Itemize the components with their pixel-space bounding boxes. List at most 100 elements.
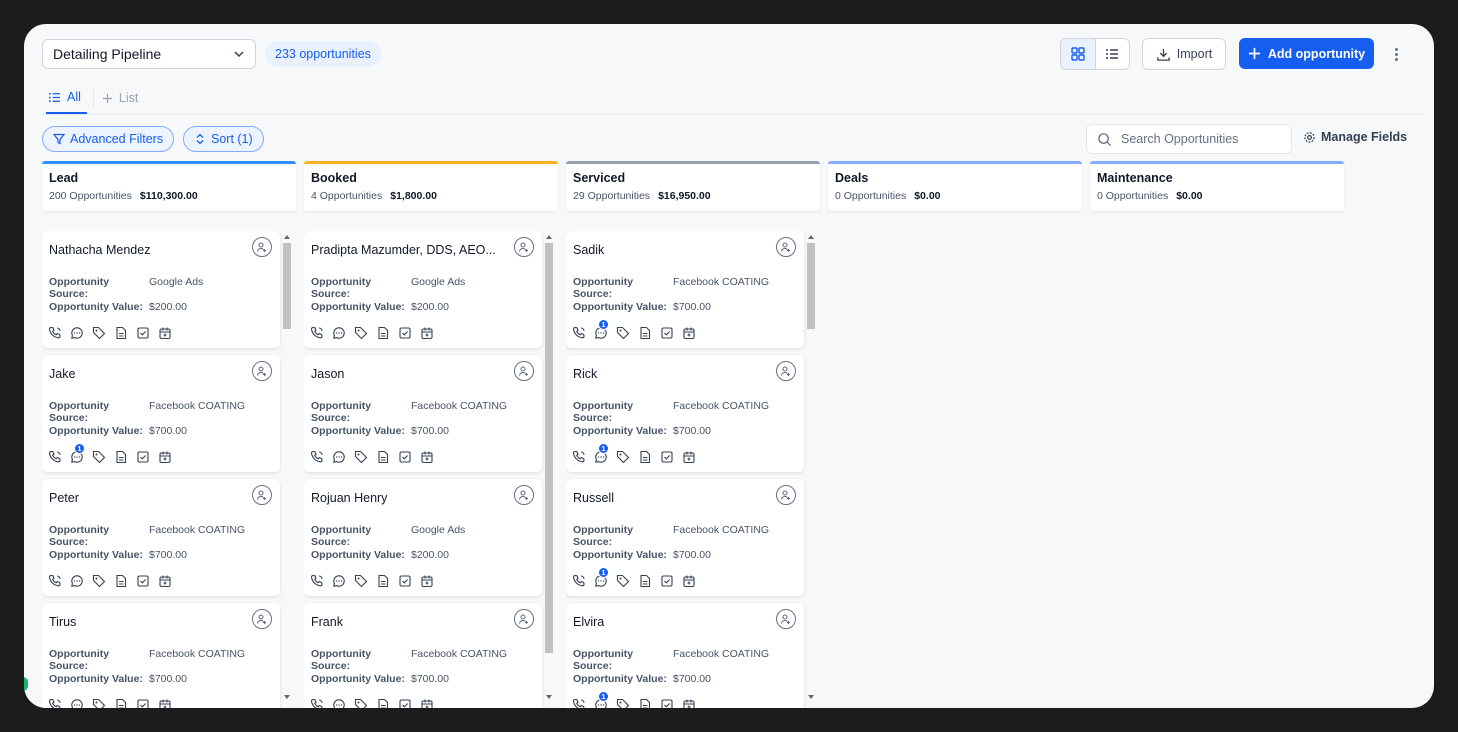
assign-user-icon[interactable] (776, 237, 796, 257)
task-icon[interactable] (136, 450, 150, 464)
message-icon[interactable] (332, 326, 346, 340)
message-icon[interactable]: 1 (70, 443, 85, 464)
assign-user-icon[interactable] (252, 361, 272, 381)
tag-icon[interactable] (616, 326, 630, 340)
message-icon[interactable] (70, 698, 84, 708)
task-icon[interactable] (660, 326, 674, 340)
calendar-icon[interactable] (420, 450, 434, 464)
assign-user-icon[interactable] (514, 237, 534, 257)
opportunity-card[interactable]: Jake Opportunity Source: Facebook COATING O… (42, 355, 280, 472)
assign-user-icon[interactable] (514, 609, 534, 629)
manage-fields-button[interactable]: Manage Fields (1303, 130, 1407, 144)
phone-icon[interactable] (572, 450, 586, 464)
tag-icon[interactable] (92, 326, 106, 340)
tag-icon[interactable] (616, 450, 630, 464)
list-view-button[interactable] (1094, 39, 1130, 69)
opportunity-card[interactable]: Rick Opportunity Source: Facebook COATING O… (566, 355, 804, 472)
pipeline-select[interactable]: Detailing Pipeline (42, 39, 256, 69)
note-icon[interactable] (638, 450, 652, 464)
opportunity-card[interactable]: Russell Opportunity Source: Facebook COATI… (566, 479, 804, 596)
note-icon[interactable] (114, 574, 128, 588)
more-options-icon[interactable] (1388, 44, 1404, 64)
column-scrollbar[interactable] (544, 233, 554, 701)
note-icon[interactable] (638, 574, 652, 588)
task-icon[interactable] (136, 326, 150, 340)
opportunity-card[interactable]: Rojuan Henry Opportunity Source: Google Ad… (304, 479, 542, 596)
message-icon[interactable]: 1 (594, 691, 609, 708)
note-icon[interactable] (638, 326, 652, 340)
note-icon[interactable] (376, 574, 390, 588)
note-icon[interactable] (114, 450, 128, 464)
tag-icon[interactable] (354, 574, 368, 588)
calendar-icon[interactable] (682, 574, 696, 588)
tab-all[interactable]: All (46, 82, 87, 114)
message-icon[interactable] (70, 574, 84, 588)
calendar-icon[interactable] (158, 450, 172, 464)
calendar-icon[interactable] (158, 326, 172, 340)
phone-icon[interactable] (48, 698, 62, 708)
message-icon[interactable]: 1 (594, 319, 609, 340)
phone-icon[interactable] (48, 574, 62, 588)
phone-icon[interactable] (310, 450, 324, 464)
opportunity-card[interactable]: Frank Opportunity Source: Facebook COATING… (304, 603, 542, 708)
message-icon[interactable]: 1 (594, 443, 609, 464)
tag-icon[interactable] (92, 450, 106, 464)
phone-icon[interactable] (48, 326, 62, 340)
calendar-icon[interactable] (682, 698, 696, 708)
opportunity-card[interactable]: Pradipta Mazumder, DDS, AEO... Opportunit… (304, 231, 542, 348)
message-icon[interactable] (70, 326, 84, 340)
tag-icon[interactable] (354, 450, 368, 464)
assign-user-icon[interactable] (252, 237, 272, 257)
message-icon[interactable]: 1 (594, 567, 609, 588)
assign-user-icon[interactable] (514, 361, 534, 381)
calendar-icon[interactable] (682, 450, 696, 464)
tag-icon[interactable] (92, 574, 106, 588)
note-icon[interactable] (114, 326, 128, 340)
phone-icon[interactable] (310, 574, 324, 588)
task-icon[interactable] (660, 698, 674, 708)
chat-widget-icon[interactable] (24, 677, 28, 691)
phone-icon[interactable] (310, 698, 324, 708)
task-icon[interactable] (398, 450, 412, 464)
task-icon[interactable] (398, 326, 412, 340)
message-icon[interactable] (332, 574, 346, 588)
task-icon[interactable] (136, 574, 150, 588)
message-icon[interactable] (332, 698, 346, 708)
opportunity-card[interactable]: Peter Opportunity Source: Facebook COATING… (42, 479, 280, 596)
task-icon[interactable] (398, 574, 412, 588)
calendar-icon[interactable] (420, 698, 434, 708)
assign-user-icon[interactable] (252, 485, 272, 505)
note-icon[interactable] (114, 698, 128, 708)
assign-user-icon[interactable] (252, 609, 272, 629)
task-icon[interactable] (136, 698, 150, 708)
advanced-filters-button[interactable]: Advanced Filters (42, 126, 175, 152)
import-button[interactable]: Import (1142, 38, 1226, 70)
tab-add-list[interactable]: List (100, 82, 140, 114)
note-icon[interactable] (638, 698, 652, 708)
assign-user-icon[interactable] (514, 485, 534, 505)
note-icon[interactable] (376, 326, 390, 340)
assign-user-icon[interactable] (776, 361, 796, 381)
opportunity-card[interactable]: Jason Opportunity Source: Facebook COATING… (304, 355, 542, 472)
task-icon[interactable] (398, 698, 412, 708)
calendar-icon[interactable] (158, 698, 172, 708)
column-scrollbar[interactable] (282, 233, 292, 701)
tag-icon[interactable] (616, 574, 630, 588)
task-icon[interactable] (660, 450, 674, 464)
sort-button[interactable]: Sort (1) (183, 126, 264, 152)
tag-icon[interactable] (354, 698, 368, 708)
phone-icon[interactable] (572, 698, 586, 708)
tag-icon[interactable] (354, 326, 368, 340)
tag-icon[interactable] (616, 698, 630, 708)
phone-icon[interactable] (572, 326, 586, 340)
assign-user-icon[interactable] (776, 485, 796, 505)
calendar-icon[interactable] (420, 574, 434, 588)
phone-icon[interactable] (572, 574, 586, 588)
calendar-icon[interactable] (420, 326, 434, 340)
opportunity-card[interactable]: Sadik Opportunity Source: Facebook COATING… (566, 231, 804, 348)
note-icon[interactable] (376, 450, 390, 464)
opportunity-card[interactable]: Tirus Opportunity Source: Facebook COATING… (42, 603, 280, 708)
opportunity-card[interactable]: Nathacha Mendez Opportunity Source: Google… (42, 231, 280, 348)
opportunity-card[interactable]: Elvira Opportunity Source: Facebook COATIN… (566, 603, 804, 708)
tag-icon[interactable] (92, 698, 106, 708)
